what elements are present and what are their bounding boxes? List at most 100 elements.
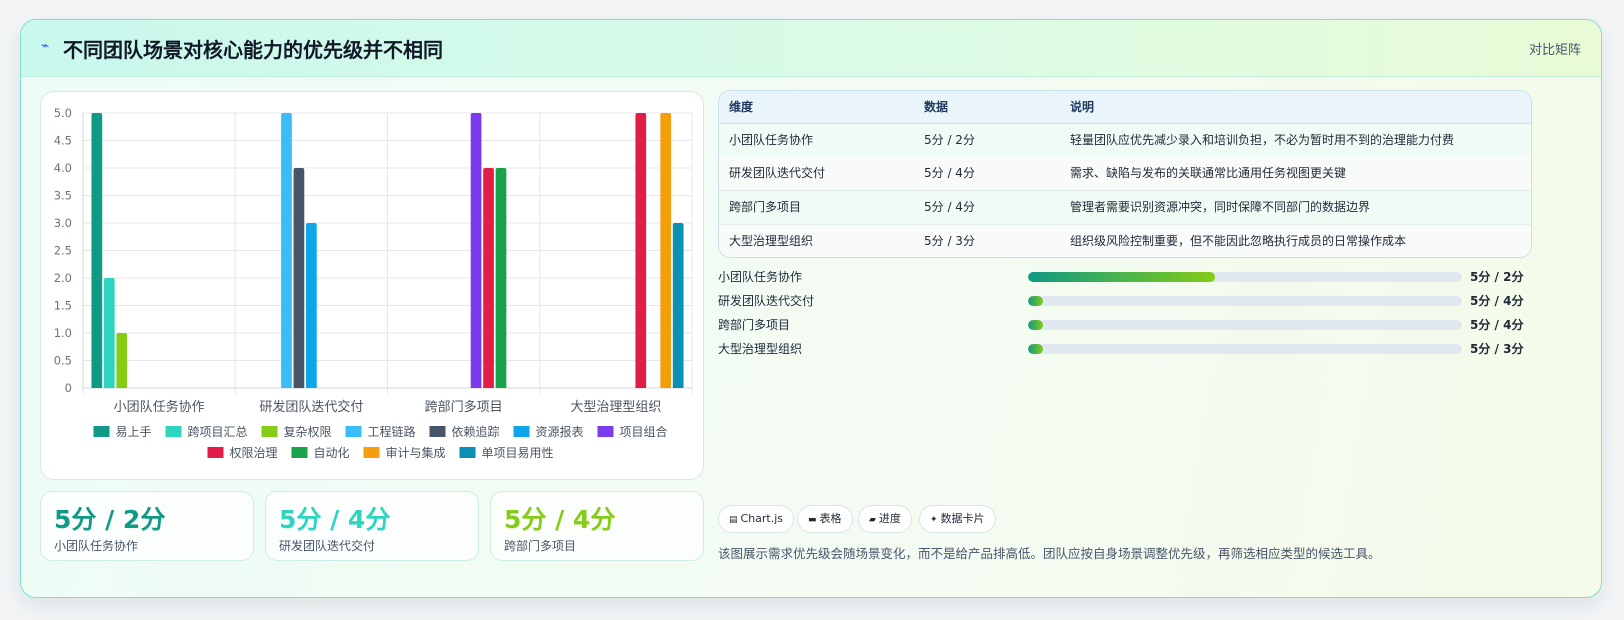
bar <box>116 333 128 388</box>
table-cell: 需求、缺陷与发布的关联通常比通用任务视图更关键 <box>1070 166 1347 180</box>
legend-label: 审计与集成 <box>386 445 446 460</box>
y-tick-label: 3.0 <box>54 216 72 230</box>
progress-fill <box>1028 344 1044 354</box>
progress-row: 研发团队迭代交付 5分 / 4分 <box>718 290 1528 310</box>
legend-swatch <box>597 426 614 437</box>
y-tick-label: 5.0 <box>54 106 72 120</box>
chip-label: 表格 <box>819 512 842 525</box>
legend-swatch <box>363 447 380 458</box>
stat-value: 5分 / 2分 <box>54 505 166 534</box>
stat-label: 研发团队迭代交付 <box>279 539 376 553</box>
table-cell: 5分 / 4分 <box>924 166 975 180</box>
legend-label: 跨项目汇总 <box>188 425 248 439</box>
table-cell: 5分 / 4分 <box>924 200 975 214</box>
legend-label: 依赖追踪 <box>452 424 500 439</box>
progress-track <box>1028 296 1462 306</box>
progress-track <box>1028 344 1462 354</box>
table-cell: 管理者需要识别资源冲突，同时保障不同部门的数据边界 <box>1070 200 1371 214</box>
legend-label: 易上手 <box>116 425 152 439</box>
legend-label: 复杂权限 <box>284 425 332 439</box>
footnote: 该图展示需求优先级会随场景变化，而不是给产品排高低。团队应按自身场景调整优先级，… <box>718 546 1381 561</box>
x-tick-label: 跨部门多项目 <box>425 399 503 415</box>
legend-swatch <box>513 426 530 437</box>
legend-label: 资源报表 <box>536 424 584 439</box>
chip-chartjs[interactable]: ▤ Chart.js <box>718 505 795 533</box>
bar <box>91 113 103 388</box>
legend-label: 权限治理 <box>230 446 278 460</box>
bar <box>635 113 647 388</box>
stat-value: 5分 / 4分 <box>504 505 616 534</box>
progress-label: 小团队任务协作 <box>718 270 803 284</box>
table-header-cell: 说明 <box>1070 100 1095 114</box>
y-tick-label: 2.5 <box>54 244 72 258</box>
y-tick-label: 0.5 <box>54 354 72 368</box>
y-tick-label: 3.5 <box>54 189 72 203</box>
legend-swatch <box>207 447 224 458</box>
table-cell: 5分 / 3分 <box>924 234 975 248</box>
progress-track <box>1028 272 1462 282</box>
bar <box>672 223 684 388</box>
table-row: 大型治理型组织 5分 / 3分 组织级风险控制重要，但不能因此忽略执行成员的日常… <box>719 225 1531 257</box>
x-tick-label: 大型治理型组织 <box>570 400 661 415</box>
y-tick-label: 4.5 <box>54 134 72 148</box>
chip-progress[interactable]: ▰ 进度 <box>858 505 912 533</box>
stat-label: 跨部门多项目 <box>504 539 577 553</box>
bar <box>660 113 672 388</box>
table-cell: 跨部门多项目 <box>729 200 802 214</box>
data-table: 维度 数据 说明 小团队任务协作 5分 / 2分 轻量团队应优先减少录入和培训负… <box>718 90 1532 258</box>
bar <box>483 168 494 388</box>
table-cell: 大型治理型组织 <box>729 234 814 248</box>
bar-chart-panel: 0 0.5 1.0 1.5 2.0 2.5 3.0 3.5 4.0 4.5 5.0 小团队任务协作 研发… <box>40 91 704 480</box>
x-tick-label: 研发团队迭代交付 <box>259 399 363 415</box>
table-row: 小团队任务协作 5分 / 2分 轻量团队应优先减少录入和培训负担，不必为暂时用不… <box>719 124 1531 158</box>
lightning-icon: ⌁ <box>41 38 50 54</box>
progress-label: 跨部门多项目 <box>718 318 791 332</box>
progress-label: 大型治理型组织 <box>718 342 803 356</box>
bar <box>306 223 317 388</box>
bar <box>495 168 507 388</box>
comparison-card: ⌁ 不同团队场景对核心能力的优先级并不相同 对比矩阵 0 0.5 1.0 1.5 2.0… <box>20 19 1602 598</box>
bar <box>103 278 115 388</box>
table-cell: 研发团队迭代交付 <box>729 166 826 180</box>
card-header: ⌁ 不同团队场景对核心能力的优先级并不相同 对比矩阵 <box>21 20 1601 77</box>
x-tick-label: 小团队任务协作 <box>114 399 205 415</box>
table-cell: 5分 / 2分 <box>924 133 975 147</box>
progress-row: 跨部门多项目 5分 / 4分 <box>718 314 1528 334</box>
progress-fill <box>1028 320 1044 330</box>
table-header-cell: 数据 <box>924 100 949 114</box>
table-cell: 小团队任务协作 <box>729 133 814 147</box>
progress-fill <box>1028 272 1215 282</box>
legend-label: 单项目易用性 <box>482 446 554 460</box>
legend-swatch <box>429 426 446 437</box>
progress-value: 5分 / 2分 <box>1470 270 1524 284</box>
stat-card: 5分 / 4分 研发团队迭代交付 <box>265 491 479 561</box>
progress-row: 小团队任务协作 5分 / 2分 <box>718 266 1528 286</box>
legend-swatch <box>291 447 308 458</box>
progress-value: 5分 / 4分 <box>1470 318 1524 332</box>
bar <box>281 113 292 388</box>
chip-label: 进度 <box>878 512 901 525</box>
page-title: 不同团队场景对核心能力的优先级并不相同 <box>63 38 443 62</box>
table-header-cell: 维度 <box>729 100 754 114</box>
stat-label: 小团队任务协作 <box>54 539 139 553</box>
progress-icon: ▰ <box>869 515 876 525</box>
header-tag: 对比矩阵 <box>1528 43 1581 58</box>
legend-swatch <box>459 447 476 458</box>
legend-swatch <box>165 426 182 437</box>
y-tick-label: 4.0 <box>54 161 72 175</box>
progress-row: 大型治理型组织 5分 / 3分 <box>718 338 1528 358</box>
chip-data-card[interactable]: ✦ 数据卡片 <box>919 505 996 533</box>
stat-card: 5分 / 4分 跨部门多项目 <box>490 491 704 561</box>
chip-label: Chart.js <box>740 512 784 525</box>
table-cell: 轻量团队应优先减少录入和培训负担，不必为暂时用不到的治理能力付费 <box>1070 133 1455 147</box>
legend-swatch <box>93 426 110 437</box>
progress-label: 研发团队迭代交付 <box>718 294 815 308</box>
legend-swatch <box>261 426 278 437</box>
chip-table[interactable]: ▬ 表格 <box>797 505 853 533</box>
stat-value: 5分 / 4分 <box>279 505 391 534</box>
legend-swatch <box>345 426 362 437</box>
y-tick-label: 0 <box>65 381 72 395</box>
sparkle-icon: ✦ <box>930 515 938 525</box>
progress-value: 5分 / 4分 <box>1470 294 1524 308</box>
legend-label: 项目组合 <box>620 424 668 439</box>
